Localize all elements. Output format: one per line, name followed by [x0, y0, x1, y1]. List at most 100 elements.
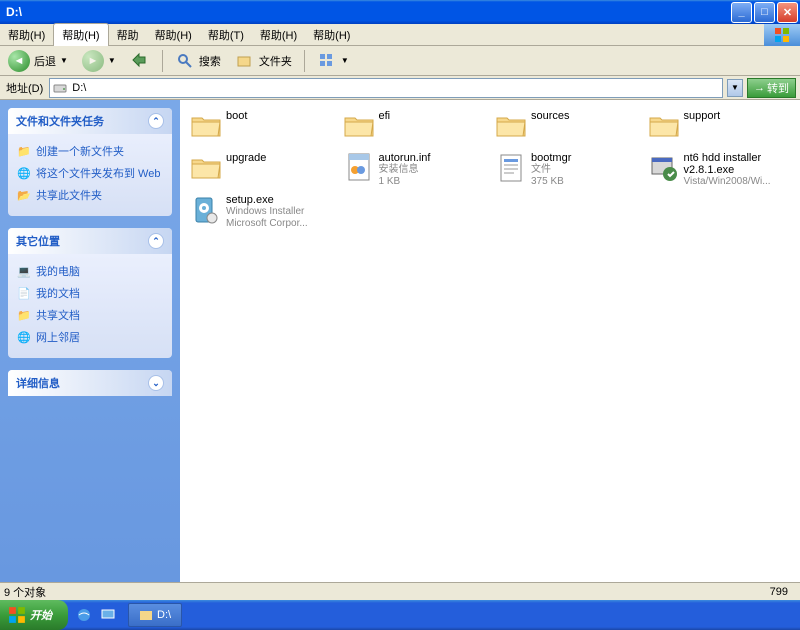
- link-my-computer[interactable]: 💻我的电脑: [16, 260, 164, 282]
- sidebar: 文件和文件夹任务 ⌃ 📁创建一个新文件夹 🌐将这个文件夹发布到 Web 📂共享此…: [0, 100, 180, 582]
- file-desc: Windows Installer: [226, 206, 308, 218]
- start-label: 开始: [30, 607, 52, 623]
- file-info: sources: [531, 110, 570, 122]
- window-title: D:\: [6, 5, 729, 19]
- maximize-button[interactable]: □: [754, 2, 775, 23]
- file-name: upgrade: [226, 152, 266, 164]
- xp-flag-icon: [764, 24, 800, 46]
- menu-item-1[interactable]: 帮助(H): [53, 23, 108, 46]
- ie-icon[interactable]: [74, 605, 94, 625]
- forward-button[interactable]: ► ▼: [78, 48, 120, 74]
- panel-other-places: 其它位置 ⌃ 💻我的电脑 📄我的文档 📁共享文档 🌐网上邻居: [8, 228, 172, 358]
- file-desc: Vista/Win2008/Wi...: [684, 176, 791, 188]
- panel-details-title: 详细信息: [16, 375, 60, 391]
- address-bar: 地址(D) D:\ ▼ → 转到: [0, 76, 800, 100]
- panel-other-places-title: 其它位置: [16, 233, 60, 249]
- file-info: nt6 hdd installer v2.8.1.exeVista/Win200…: [684, 152, 791, 188]
- panel-file-tasks: 文件和文件夹任务 ⌃ 📁创建一个新文件夹 🌐将这个文件夹发布到 Web 📂共享此…: [8, 108, 172, 216]
- menu-item-6[interactable]: 帮助(H): [305, 24, 358, 46]
- file-item-boot[interactable]: boot: [190, 110, 333, 146]
- search-label: 搜索: [199, 53, 221, 69]
- views-dropdown-icon: ▼: [341, 56, 349, 65]
- menu-item-2[interactable]: 帮助: [109, 24, 147, 46]
- file-item-sources[interactable]: sources: [495, 110, 638, 146]
- link-new-folder[interactable]: 📁创建一个新文件夹: [16, 140, 164, 162]
- up-icon: [130, 51, 150, 71]
- taskbar: 开始 D:\: [0, 600, 800, 630]
- menu-item-5[interactable]: 帮助(H): [252, 24, 305, 46]
- close-button[interactable]: ✕: [777, 2, 798, 23]
- shared-docs-icon: 📁: [16, 307, 32, 323]
- folders-button[interactable]: 文件夹: [231, 49, 296, 73]
- file-grid: boot efi sources support upgrade autorun.inf安…: [190, 110, 790, 230]
- file-info: upgrade: [226, 152, 266, 164]
- folder-icon: [648, 110, 680, 142]
- folder-icon: [139, 608, 153, 622]
- go-icon: →: [754, 82, 765, 94]
- folder-icon: [190, 110, 222, 142]
- status-right: 799: [770, 586, 796, 598]
- panel-file-tasks-header[interactable]: 文件和文件夹任务 ⌃: [8, 108, 172, 134]
- file-name: nt6 hdd installer v2.8.1.exe: [684, 152, 791, 176]
- file-item-support[interactable]: support: [648, 110, 791, 146]
- minimize-button[interactable]: _: [731, 2, 752, 23]
- start-button[interactable]: 开始: [0, 600, 68, 630]
- file-name: efi: [379, 110, 391, 122]
- menu-item-4[interactable]: 帮助(T): [200, 24, 252, 46]
- file-name: support: [684, 110, 721, 122]
- file-item-efi[interactable]: efi: [343, 110, 486, 146]
- file-name: autorun.inf: [379, 152, 431, 164]
- panel-file-tasks-body: 📁创建一个新文件夹 🌐将这个文件夹发布到 Web 📂共享此文件夹: [8, 134, 172, 216]
- file-item-autorun-inf[interactable]: autorun.inf安装信息1 KB: [343, 152, 486, 188]
- views-icon: [317, 51, 337, 71]
- toolbar-separator-2: [304, 50, 305, 72]
- panel-other-places-body: 💻我的电脑 📄我的文档 📁共享文档 🌐网上邻居: [8, 254, 172, 358]
- file-item-upgrade[interactable]: upgrade: [190, 152, 333, 188]
- drive-icon: [52, 80, 68, 96]
- search-icon: [175, 51, 195, 71]
- menu-item-0[interactable]: 帮助(H): [0, 24, 53, 46]
- folder-icon: [495, 110, 527, 142]
- link-publish-web[interactable]: 🌐将这个文件夹发布到 Web: [16, 162, 164, 184]
- up-button[interactable]: [126, 49, 154, 73]
- file-info: support: [684, 110, 721, 122]
- back-button[interactable]: ◄ 后退 ▼: [4, 48, 72, 74]
- status-bar: 9 个对象 799: [0, 582, 800, 600]
- forward-icon: ►: [82, 50, 104, 72]
- panel-other-places-header[interactable]: 其它位置 ⌃: [8, 228, 172, 254]
- toolbar-separator: [162, 50, 163, 72]
- expand-icon: ⌄: [148, 375, 164, 391]
- panel-file-tasks-title: 文件和文件夹任务: [16, 113, 104, 129]
- forward-dropdown-icon: ▼: [108, 56, 116, 65]
- file-info: setup.exeWindows InstallerMicrosoft Corp…: [226, 194, 308, 230]
- link-shared-docs[interactable]: 📁共享文档: [16, 304, 164, 326]
- collapse-icon-2: ⌃: [148, 233, 164, 249]
- menu-item-3[interactable]: 帮助(H): [147, 24, 200, 46]
- go-button[interactable]: → 转到: [747, 78, 796, 98]
- window-titlebar: D:\ _ □ ✕: [0, 0, 800, 24]
- go-label: 转到: [767, 80, 789, 96]
- address-input[interactable]: D:\: [49, 78, 723, 98]
- file-size: 375 KB: [531, 176, 571, 188]
- file-view[interactable]: boot efi sources support upgrade autorun.inf安…: [180, 100, 800, 582]
- menu-bar: 帮助(H) 帮助(H) 帮助 帮助(H) 帮助(T) 帮助(H) 帮助(H): [0, 24, 800, 46]
- link-my-documents[interactable]: 📄我的文档: [16, 282, 164, 304]
- windows-logo-icon: [8, 606, 26, 624]
- file-item-setup-exe[interactable]: setup.exeWindows InstallerMicrosoft Corp…: [190, 194, 333, 230]
- file-name: bootmgr: [531, 152, 571, 164]
- back-dropdown-icon: ▼: [60, 56, 68, 65]
- link-network[interactable]: 🌐网上邻居: [16, 326, 164, 348]
- file-info: efi: [379, 110, 391, 122]
- file-item-bootmgr[interactable]: bootmgr文件375 KB: [495, 152, 638, 188]
- file-icon: [190, 194, 222, 226]
- views-button[interactable]: ▼: [313, 49, 353, 73]
- desktop-icon[interactable]: [98, 605, 118, 625]
- search-button[interactable]: 搜索: [171, 49, 225, 73]
- address-dropdown-button[interactable]: ▼: [727, 79, 743, 97]
- link-share-folder[interactable]: 📂共享此文件夹: [16, 184, 164, 206]
- taskbar-window-button[interactable]: D:\: [128, 603, 182, 627]
- panel-details-header[interactable]: 详细信息 ⌄: [8, 370, 172, 396]
- new-folder-icon: 📁: [16, 143, 32, 159]
- address-value: D:\: [72, 82, 86, 94]
- file-item-nt6-hdd-installer-v2-8-1-exe[interactable]: nt6 hdd installer v2.8.1.exeVista/Win200…: [648, 152, 791, 188]
